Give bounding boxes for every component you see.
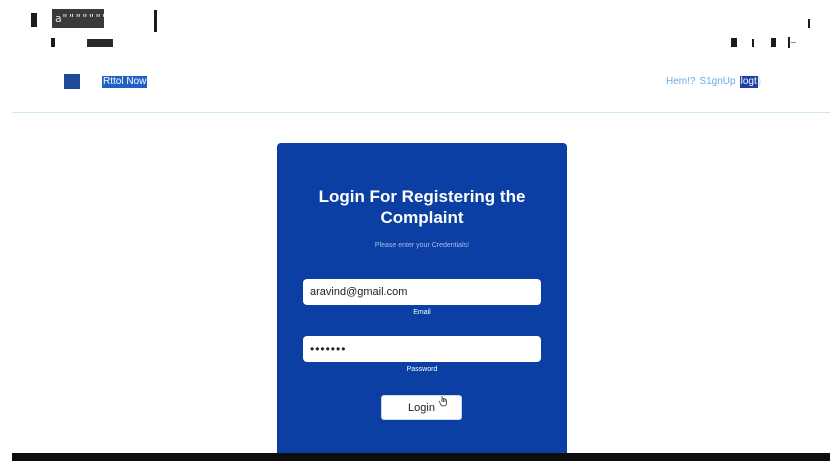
nav-trailer: ) [757, 76, 762, 87]
email-label: Email [413, 309, 431, 316]
window-mark-3 [808, 19, 810, 28]
nav-link-signup[interactable]: S1gnUp [699, 76, 735, 88]
login-subtitle: Please enter your Credentials! [374, 242, 470, 249]
bottom-bar [12, 453, 830, 461]
toolbar-label [87, 39, 113, 47]
nav-divider [12, 112, 830, 113]
window-mark-1 [31, 13, 37, 27]
brand-logo-icon[interactable] [64, 74, 80, 89]
toolbar-mark-2 [731, 38, 737, 47]
toolbar-mark-6 [791, 42, 796, 43]
toolbar-mark-3 [752, 39, 754, 47]
hand-cursor-icon [439, 395, 449, 407]
window-tab[interactable]: a""""""""" [52, 9, 104, 28]
password-field[interactable] [303, 336, 541, 362]
password-label: Password [406, 366, 438, 373]
toolbar-mark-5 [788, 37, 790, 48]
window-mark-2 [154, 10, 157, 32]
brand-name[interactable]: Rttol Now [102, 76, 148, 88]
toolbar-mark-4 [771, 38, 776, 47]
toolbar-mark-1 [51, 38, 55, 47]
login-button[interactable]: Login [381, 395, 462, 420]
nav-link-home[interactable]: Hem!? [666, 76, 695, 88]
nav-links: Hem!? S1gnUp logt ) [666, 76, 761, 88]
login-title: Login For Registering the Complaint [318, 187, 526, 227]
nav-link-login[interactable]: logt [739, 76, 758, 88]
email-field[interactable] [303, 279, 541, 305]
login-card: Login For Registering the Complaint Plea… [277, 143, 567, 457]
